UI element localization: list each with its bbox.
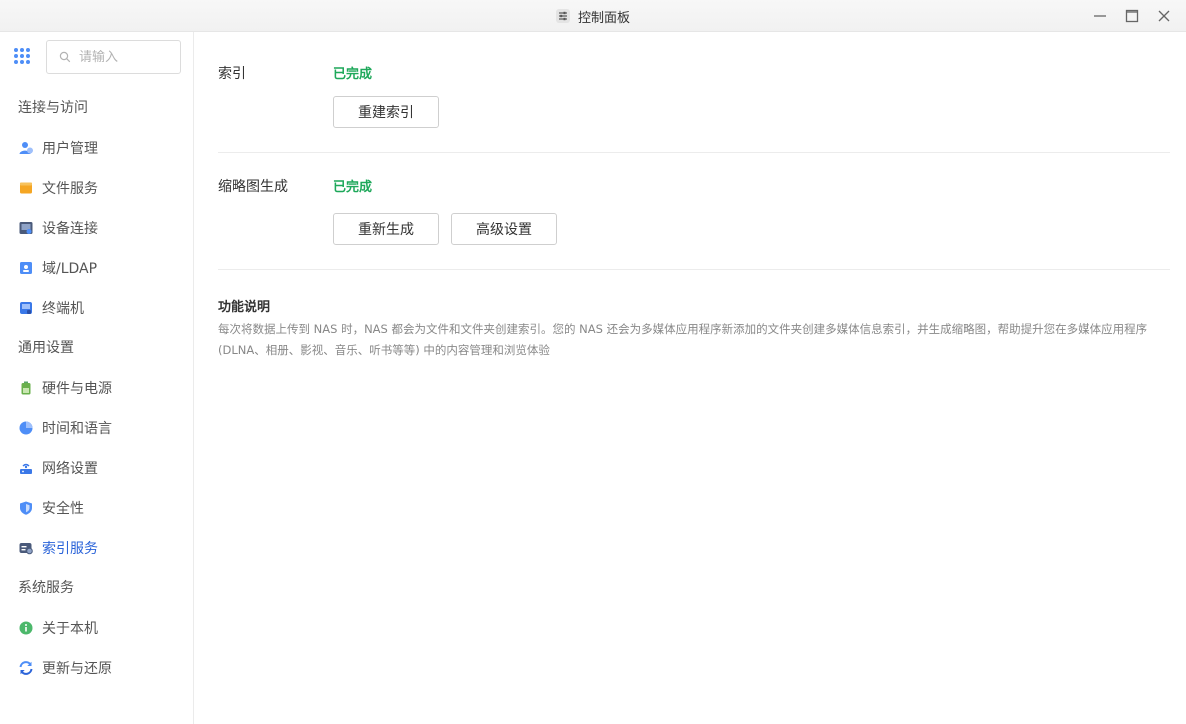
sidebar-item-label: 设备连接: [42, 221, 98, 237]
sidebar-nav: 连接与访问 用户管理 文件服务 设备连接 域/LDAP 终端机 通用设置 硬件与…: [0, 88, 193, 688]
globe-icon: [18, 420, 34, 436]
sidebar-item-label: 网络设置: [42, 461, 98, 477]
index-label: 索引: [218, 66, 246, 82]
sidebar-item-label: 域/LDAP: [42, 261, 98, 277]
sidebar-item-network[interactable]: 网络设置: [0, 448, 193, 488]
divider: [218, 152, 1170, 153]
rebuild-index-button[interactable]: 重建索引: [333, 96, 439, 128]
group-label-general: 通用设置: [18, 340, 74, 356]
regenerate-button[interactable]: 重新生成: [333, 213, 439, 245]
sidebar-item-label: 安全性: [42, 501, 84, 517]
search-input[interactable]: [79, 49, 169, 65]
sidebar-item-about[interactable]: 关于本机: [0, 608, 193, 648]
shield-icon: [18, 500, 34, 516]
divider: [218, 269, 1170, 270]
group-label-system: 系统服务: [18, 580, 74, 596]
description-title: 功能说明: [218, 300, 271, 315]
advanced-settings-button[interactable]: 高级设置: [451, 213, 557, 245]
sidebar-item-label: 时间和语言: [42, 421, 112, 437]
close-icon: [1158, 10, 1170, 22]
sidebar-item-ldap[interactable]: 域/LDAP: [0, 248, 193, 288]
minimize-button[interactable]: [1084, 0, 1116, 32]
maximize-button[interactable]: [1116, 0, 1148, 32]
maximize-icon: [1125, 9, 1139, 23]
sidebar-item-label: 关于本机: [42, 621, 98, 637]
search-icon: [59, 51, 71, 63]
window-controls: [1084, 0, 1180, 32]
sidebar-item-update-restore[interactable]: 更新与还原: [0, 648, 193, 688]
thumbnail-label: 缩略图生成: [218, 179, 288, 195]
sidebar-item-label: 终端机: [42, 301, 84, 317]
device-icon: [18, 220, 34, 236]
window-title: 控制面板: [577, 10, 630, 26]
sidebar: 连接与访问 用户管理 文件服务: [0, 32, 194, 724]
sidebar-item-hardware-power[interactable]: 硬件与电源: [0, 368, 193, 408]
domain-icon: [18, 260, 34, 276]
sidebar-item-label: 索引服务: [42, 541, 98, 557]
battery-icon: [18, 380, 34, 396]
sidebar-item-device-connection[interactable]: 设备连接: [0, 208, 193, 248]
description-text: 每次将数据上传到 NAS 时，NAS 都会为文件和文件夹创建索引。您的 NAS …: [218, 322, 1148, 357]
close-button[interactable]: [1148, 0, 1180, 32]
terminal-icon: [18, 300, 34, 316]
sliders-icon: [555, 9, 570, 23]
refresh-icon: [18, 660, 34, 676]
sidebar-item-users[interactable]: 用户管理: [0, 128, 193, 168]
title-bar: 控制面板: [0, 0, 1186, 32]
sidebar-item-security[interactable]: 安全性: [0, 488, 193, 528]
title-area: 控制面板: [0, 0, 1186, 32]
users-icon: [18, 140, 34, 156]
folder-icon: [18, 180, 34, 196]
sidebar-item-label: 用户管理: [42, 141, 98, 157]
network-icon: [18, 460, 34, 476]
group-label-connection: 连接与访问: [18, 100, 88, 116]
apps-grid-icon[interactable]: [14, 48, 30, 64]
minimize-icon: [1094, 15, 1106, 17]
sidebar-item-index-service[interactable]: 索引服务: [0, 528, 193, 568]
search-box[interactable]: [46, 40, 181, 74]
sidebar-item-file-service[interactable]: 文件服务: [0, 168, 193, 208]
sidebar-item-time-language[interactable]: 时间和语言: [0, 408, 193, 448]
sidebar-item-label: 硬件与电源: [42, 381, 112, 397]
sidebar-item-terminal[interactable]: 终端机: [0, 288, 193, 328]
index-icon: [18, 540, 34, 556]
sidebar-item-label: 更新与还原: [42, 661, 112, 677]
main-content: 索引 已完成 重建索引 缩略图生成 已完成 重新生成 高级设置 功能说明 每次将…: [194, 32, 1186, 724]
thumbnail-status: 已完成: [333, 180, 373, 195]
sidebar-item-label: 文件服务: [42, 181, 98, 197]
info-icon: [18, 620, 34, 636]
index-status: 已完成: [333, 67, 373, 82]
